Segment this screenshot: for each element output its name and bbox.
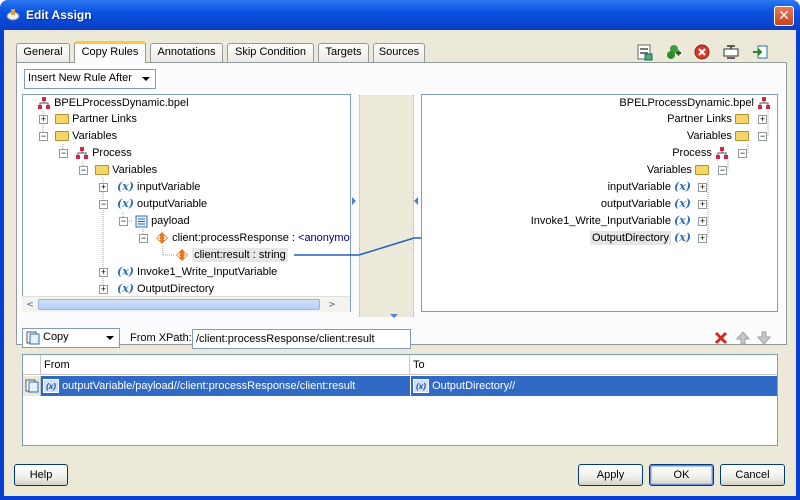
copy-rule-icon bbox=[25, 379, 39, 393]
target-node-process-variables[interactable]: Variables bbox=[647, 162, 709, 178]
row-header bbox=[23, 376, 41, 396]
collapse-icon[interactable]: − bbox=[718, 166, 727, 175]
variable-icon: (x) bbox=[674, 214, 691, 227]
ok-button[interactable]: OK bbox=[649, 464, 714, 486]
variable-icon: (x) bbox=[43, 379, 59, 394]
expand-icon[interactable]: + bbox=[698, 183, 707, 192]
folder-open-icon bbox=[695, 165, 709, 176]
apply-button[interactable]: Apply bbox=[578, 464, 643, 486]
svg-text:(x): (x) bbox=[46, 382, 56, 391]
tree-node-label: Variables bbox=[646, 164, 692, 176]
tree-node-label: OutputDirectory bbox=[589, 231, 671, 245]
help-button[interactable]: Help bbox=[14, 464, 68, 486]
rule-from-value: outputVariable/payload//client:processRe… bbox=[62, 380, 356, 392]
expand-icon[interactable]: + bbox=[698, 217, 707, 226]
tree-node-label: Invoke1_Write_InputVariable bbox=[530, 215, 671, 227]
folder-icon bbox=[735, 114, 749, 125]
column-header-to[interactable]: To bbox=[410, 355, 777, 375]
tree-node-label: BPELProcessDynamic.bpel bbox=[619, 97, 754, 109]
expand-icon[interactable]: + bbox=[758, 115, 767, 124]
cell-to: (x) OutputDirectory// bbox=[410, 376, 777, 396]
move-down-icon[interactable] bbox=[757, 330, 771, 346]
copy-rules-table[interactable]: From To (x) outputVariable/payload//clie… bbox=[22, 354, 778, 446]
expand-icon[interactable]: + bbox=[698, 234, 707, 243]
expand-icon[interactable]: + bbox=[698, 200, 707, 209]
copy-operation-select[interactable]: Copy bbox=[22, 328, 120, 348]
variable-icon: (x) bbox=[413, 379, 429, 394]
target-node-outputvariable[interactable]: outputVariable (x) bbox=[601, 196, 691, 212]
target-node-outputdirectory[interactable]: OutputDirectory (x) bbox=[589, 230, 691, 246]
tree-node-label: inputVariable bbox=[607, 181, 671, 193]
copy-rule-icon bbox=[26, 331, 40, 345]
cancel-button[interactable]: Cancel bbox=[720, 464, 785, 486]
process-icon bbox=[758, 97, 770, 110]
target-node-invoke1-write[interactable]: Invoke1_Write_InputVariable (x) bbox=[531, 213, 691, 229]
tab-copy-rules[interactable]: Copy Rules bbox=[74, 41, 146, 63]
collapse-icon[interactable]: − bbox=[738, 149, 747, 158]
chevron-down-icon bbox=[106, 336, 114, 340]
row-header-corner bbox=[23, 355, 41, 375]
svg-text:(x): (x) bbox=[416, 382, 426, 391]
move-up-icon[interactable] bbox=[736, 330, 750, 346]
copy-operation-value: Copy bbox=[43, 331, 69, 343]
tree-node-label: Variables bbox=[686, 130, 732, 142]
target-node-inputvariable[interactable]: inputVariable (x) bbox=[608, 179, 691, 195]
process-icon bbox=[716, 147, 728, 160]
table-row[interactable]: (x) outputVariable/payload//client:proce… bbox=[23, 376, 777, 396]
delete-rule-icon[interactable] bbox=[713, 330, 729, 346]
tree-node-label: outputVariable bbox=[600, 198, 671, 210]
tree-node-label: Partner Links bbox=[667, 113, 732, 125]
from-xpath-field[interactable]: /client:processResponse/client:result bbox=[192, 329, 411, 349]
target-node-variables[interactable]: Variables bbox=[687, 128, 749, 144]
tree-node-label: Process bbox=[672, 147, 712, 159]
column-header-from[interactable]: From bbox=[41, 355, 410, 375]
target-node-partner-links[interactable]: Partner Links bbox=[667, 111, 749, 127]
target-node-bpel[interactable]: BPELProcessDynamic.bpel bbox=[619, 95, 771, 111]
collapse-icon[interactable]: − bbox=[758, 132, 767, 141]
variable-icon: (x) bbox=[674, 180, 691, 193]
variable-icon: (x) bbox=[674, 231, 691, 244]
target-tree[interactable]: BPELProcessDynamic.bpel Partner Links + … bbox=[421, 94, 778, 312]
variable-icon: (x) bbox=[674, 197, 691, 210]
folder-open-icon bbox=[735, 131, 749, 142]
target-node-process[interactable]: Process bbox=[672, 145, 729, 161]
rule-to-value: OutputDirectory// bbox=[432, 380, 516, 392]
cell-from: (x) outputVariable/payload//client:proce… bbox=[43, 376, 409, 396]
from-xpath-label: From XPath: bbox=[130, 332, 192, 344]
